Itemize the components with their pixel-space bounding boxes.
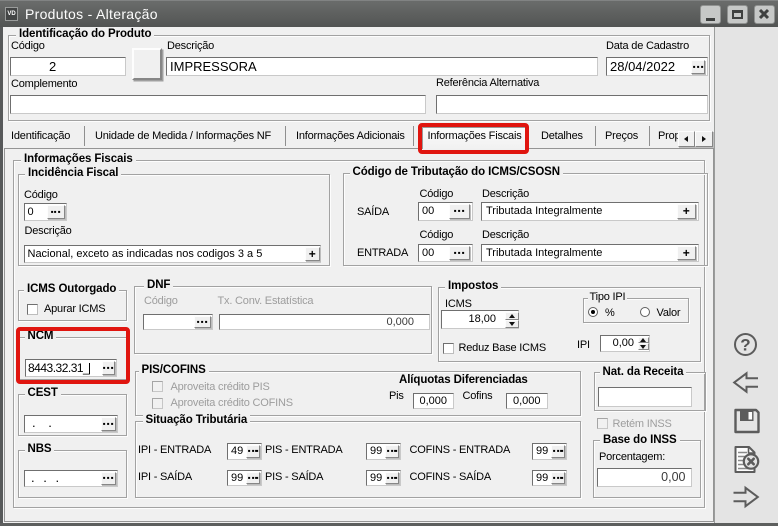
svg-text:?: ?	[740, 336, 750, 355]
